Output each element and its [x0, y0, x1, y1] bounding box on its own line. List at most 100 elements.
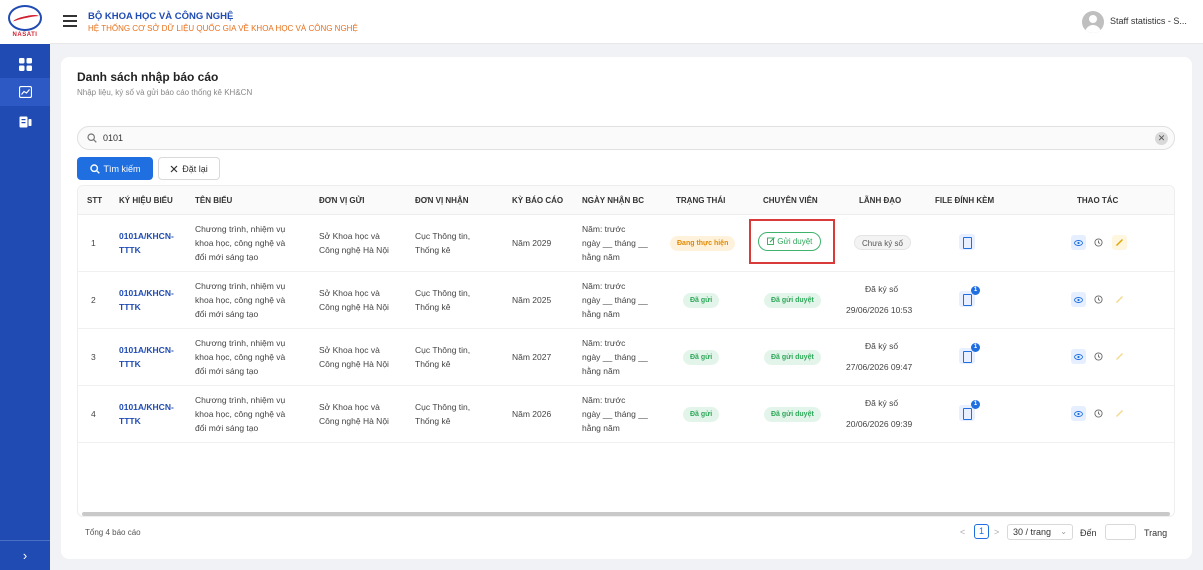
receiver-line: Thống kê: [415, 245, 451, 255]
sender-line: Công nghệ Hà Nội: [319, 245, 389, 255]
edit-icon: [1112, 292, 1127, 307]
status-badge: Đã gửi: [683, 350, 720, 365]
received-line: ngày __ tháng __: [582, 295, 648, 305]
code-line: 0101A/KHCN-: [119, 402, 174, 412]
row-sender: Sở Khoa học và Công nghệ Hà Nội: [319, 400, 389, 428]
org-subtitle: HỆ THỐNG CƠ SỞ DỮ LIỆU QUỐC GIA VỀ KHOA …: [88, 24, 358, 33]
reset-button[interactable]: Đặt lại: [158, 157, 220, 180]
search-button[interactable]: Tìm kiếm: [77, 157, 153, 180]
code-line: 0101A/KHCN-: [119, 288, 174, 298]
row-receiver: Cục Thông tin, Thống kê: [415, 286, 470, 314]
code-line: TTTK: [119, 302, 141, 312]
received-line: Năm: trước: [582, 338, 626, 348]
received-line: ngày __ tháng __: [582, 409, 648, 419]
sidebar-expand-button[interactable]: ›: [0, 540, 50, 570]
leader-status: Đã ký số: [865, 398, 899, 408]
col-code: KÝ HIỆU BIỂU: [119, 196, 173, 205]
row-received: Năm: trước ngày __ tháng __ hằng năm: [582, 222, 648, 264]
name-line: khoa học, công nghệ và: [195, 409, 286, 419]
goto-page-input[interactable]: [1105, 524, 1136, 540]
search-input[interactable]: 0101 ✕: [77, 126, 1175, 150]
search-icon: [89, 163, 100, 174]
row-period: Năm 2025: [512, 295, 552, 305]
menu-toggle-icon[interactable]: [63, 15, 77, 27]
name-line: đổi mới sáng tạo: [195, 366, 259, 376]
specialist-badge: Đã gửi duyệt: [764, 407, 821, 422]
received-line: hằng năm: [582, 309, 620, 319]
search-value: 0101: [103, 133, 124, 143]
name-line: đổi mới sáng tạo: [195, 309, 259, 319]
user-name[interactable]: Staff statistics - S...: [1110, 16, 1187, 26]
report-icon[interactable]: [13, 110, 37, 134]
view-icon[interactable]: [1071, 292, 1086, 307]
org-title: BỘ KHOA HỌC VÀ CÔNG NGHỆ: [88, 11, 234, 22]
received-line: hằng năm: [582, 423, 620, 433]
sender-line: Sở Khoa học và: [319, 402, 380, 412]
row-code-link[interactable]: 0101A/KHCN- TTTK: [119, 286, 174, 314]
row-name: Chương trình, nhiệm vụ khoa học, công ngh…: [195, 393, 285, 435]
specialist-badge: Đã gửi duyệt: [764, 293, 821, 308]
received-line: ngày __ tháng __: [582, 352, 648, 362]
chevron-right-icon: ›: [22, 548, 28, 563]
status-badge: Đã gửi: [683, 407, 720, 422]
submit-approval-button[interactable]: Gửi duyệt: [758, 232, 822, 251]
prev-page-icon[interactable]: <: [960, 527, 965, 537]
receiver-line: Thống kê: [415, 302, 451, 312]
table-row: 1 0101A/KHCN- TTTK Chương trình, nhiệm vụ…: [78, 215, 1174, 272]
chevron-down-icon: ⌄: [1060, 527, 1067, 536]
history-icon[interactable]: [1091, 349, 1106, 364]
name-line: khoa học, công nghệ và: [195, 238, 286, 248]
page-1-button[interactable]: 1: [974, 524, 989, 539]
search-button-label: Tìm kiếm: [103, 163, 141, 174]
sender-line: Công nghệ Hà Nội: [319, 302, 389, 312]
row-name: Chương trình, nhiệm vụ khoa học, công ngh…: [195, 279, 285, 321]
row-code-link[interactable]: 0101A/KHCN- TTTK: [119, 400, 174, 428]
row-received: Năm: trước ngày __ tháng __ hằng năm: [582, 393, 648, 435]
name-line: khoa học, công nghệ và: [195, 295, 286, 305]
edit-icon[interactable]: [1112, 235, 1127, 250]
table-row: 3 0101A/KHCN- TTTK Chương trình, nhiệm vụ…: [78, 329, 1174, 386]
search-icon: [87, 133, 97, 143]
view-icon[interactable]: [1071, 235, 1086, 250]
receiver-line: Thống kê: [415, 359, 451, 369]
leader-date: 27/06/2026 09:47: [846, 362, 913, 372]
received-line: Năm: trước: [582, 281, 626, 291]
page-size-select[interactable]: 30 / trang ⌄: [1007, 524, 1073, 540]
report-list-card: Danh sách nhập báo cáo Nhập liệu, ký số …: [61, 57, 1192, 559]
row-name: Chương trình, nhiệm vụ khoa học, công ngh…: [195, 222, 285, 264]
history-icon[interactable]: [1091, 406, 1106, 421]
chart-icon[interactable]: [0, 78, 50, 106]
clear-search-icon[interactable]: ✕: [1155, 132, 1168, 145]
row-received: Năm: trước ngày __ tháng __ hằng năm: [582, 279, 648, 321]
row-code-link[interactable]: 0101A/KHCN- TTTK: [119, 229, 174, 257]
next-page-icon[interactable]: >: [994, 527, 999, 537]
specialist-badge: Đã gửi duyệt: [764, 350, 821, 365]
horizontal-scrollbar[interactable]: [82, 512, 1170, 516]
row-period: Năm 2027: [512, 352, 552, 362]
row-received: Năm: trước ngày __ tháng __ hằng năm: [582, 336, 648, 378]
name-line: Chương trình, nhiệm vụ: [195, 224, 286, 234]
edit-icon: [1112, 349, 1127, 364]
row-receiver: Cục Thông tin, Thống kê: [415, 400, 470, 428]
row-code-link[interactable]: 0101A/KHCN- TTTK: [119, 343, 174, 371]
history-icon[interactable]: [1091, 292, 1106, 307]
file-icon[interactable]: [959, 234, 975, 250]
row-receiver: Cục Thông tin, Thống kê: [415, 229, 470, 257]
edit-icon: [1112, 406, 1127, 421]
received-line: ngày __ tháng __: [582, 238, 648, 248]
receiver-line: Cục Thông tin,: [415, 288, 471, 298]
nasati-logo: NASATI: [0, 0, 50, 44]
code-line: 0101A/KHCN-: [119, 345, 174, 355]
page-subtitle: Nhập liệu, ký số và gửi báo cáo thống kê…: [77, 88, 253, 97]
name-line: Chương trình, nhiệm vụ: [195, 395, 286, 405]
view-icon[interactable]: [1071, 349, 1086, 364]
receiver-line: Cục Thông tin,: [415, 231, 471, 241]
col-period: KỲ BÁO CÁO: [512, 196, 564, 205]
view-icon[interactable]: [1071, 406, 1086, 421]
avatar[interactable]: [1082, 11, 1104, 33]
dashboard-icon[interactable]: [13, 52, 37, 76]
history-icon[interactable]: [1091, 235, 1106, 250]
sender-line: Công nghệ Hà Nội: [319, 416, 389, 426]
col-specialist: CHUYÊN VIÊN: [763, 196, 818, 205]
row-stt: 2: [91, 295, 96, 305]
